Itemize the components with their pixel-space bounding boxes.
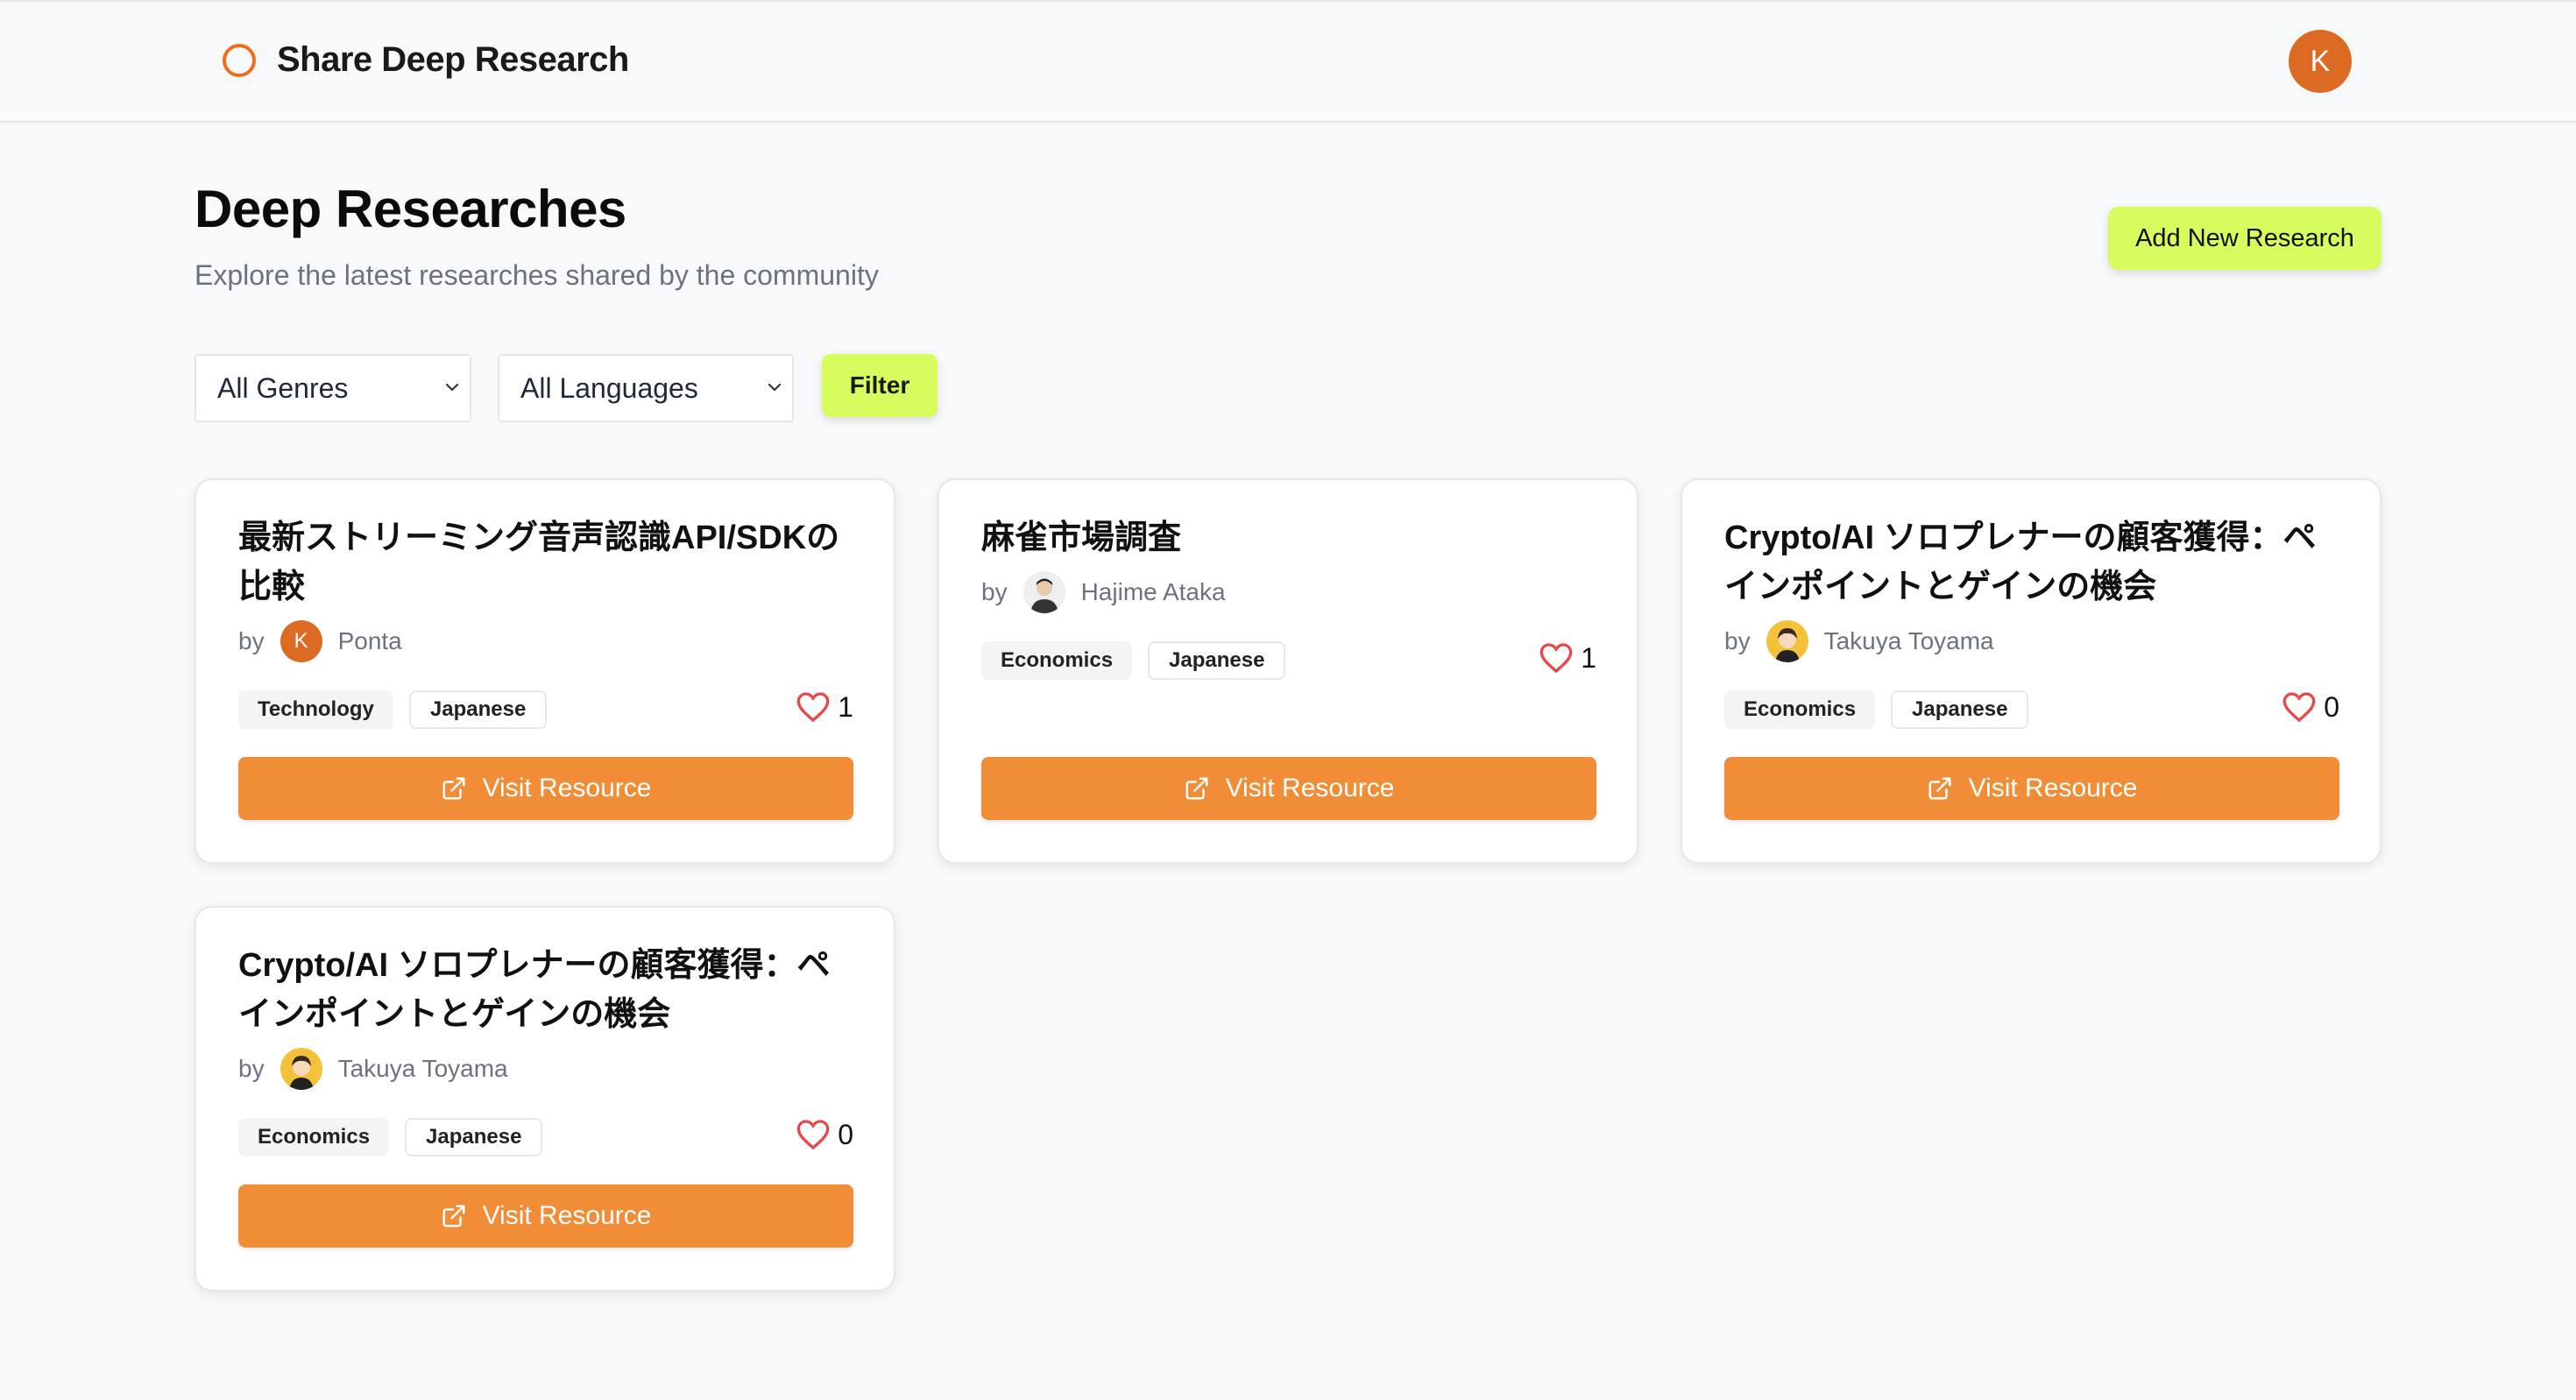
- card-tags: Economics Japanese: [238, 1118, 543, 1156]
- external-link-icon: [442, 777, 465, 800]
- external-link-icon: [1928, 777, 1951, 800]
- genre-tag: Economics: [238, 1118, 390, 1156]
- heart-icon: [796, 692, 830, 723]
- filter-button[interactable]: Filter: [822, 354, 938, 417]
- author-name: Hajime Ataka: [1080, 578, 1226, 605]
- author-avatar: [1766, 620, 1808, 662]
- chevron-down-icon: [768, 383, 782, 392]
- card-title[interactable]: Crypto/AI ソロプレナーの顧客獲得：ペインポイントとゲインの機会: [238, 941, 860, 1039]
- heart-icon: [796, 1120, 830, 1150]
- card-title[interactable]: 麻雀市場調査: [981, 513, 1603, 562]
- like-count: 1: [1581, 641, 1596, 674]
- language-select[interactable]: All Languages: [498, 354, 794, 422]
- card-title[interactable]: 最新ストリーミング音声認識API/SDKの比較: [238, 513, 860, 612]
- heart-icon: [2282, 692, 2316, 723]
- language-tag: Japanese: [408, 690, 548, 729]
- by-label: by: [238, 1055, 265, 1082]
- circle-logo-icon: [223, 43, 256, 77]
- by-label: by: [1724, 627, 1751, 654]
- heart-icon: [1539, 643, 1573, 674]
- like-button[interactable]: 0: [2282, 690, 2339, 724]
- visit-resource-label: Visit Resource: [1225, 774, 1395, 803]
- genre-tag: Economics: [1724, 690, 1876, 729]
- card-tags: Technology Japanese: [238, 690, 548, 729]
- person-icon: [1023, 571, 1065, 613]
- like-button[interactable]: 1: [796, 690, 853, 724]
- card-author: by K Ponta: [238, 620, 402, 662]
- visit-resource-button[interactable]: Visit Resource: [238, 757, 853, 820]
- person-icon: [280, 1048, 322, 1090]
- chevron-down-icon: [445, 383, 459, 392]
- person-icon: [1766, 620, 1808, 662]
- card-tags: Economics Japanese: [1724, 690, 2029, 729]
- author-name: Ponta: [337, 627, 402, 654]
- card-author: by Takuya Toyama: [238, 1048, 508, 1090]
- like-count: 0: [838, 1118, 853, 1150]
- visit-resource-button[interactable]: Visit Resource: [1724, 757, 2339, 820]
- by-label: by: [981, 578, 1008, 605]
- like-count: 0: [2324, 690, 2339, 723]
- author-avatar: K: [280, 620, 322, 662]
- research-card: Crypto/AI ソロプレナーの顧客獲得：ペインポイントとゲインの機会 by …: [195, 906, 895, 1291]
- author-name: Takuya Toyama: [1823, 627, 1994, 654]
- visit-resource-label: Visit Resource: [482, 1201, 652, 1230]
- author-name: Takuya Toyama: [337, 1055, 508, 1082]
- genre-select-value: All Genres: [217, 371, 349, 404]
- external-link-icon: [1185, 777, 1208, 800]
- visit-resource-button[interactable]: Visit Resource: [238, 1184, 853, 1248]
- brand-link[interactable]: Share Deep Research: [223, 40, 629, 80]
- by-label: by: [238, 627, 265, 654]
- card-author: by Hajime Ataka: [981, 571, 1226, 613]
- add-new-research-button[interactable]: Add New Research: [2108, 207, 2381, 270]
- research-card: 麻雀市場調査 by Hajime Ataka Economics Japanes…: [938, 478, 1638, 864]
- language-select-value: All Languages: [520, 371, 698, 404]
- research-card: Crypto/AI ソロプレナーの顧客獲得：ペインポイントとゲインの機会 by …: [1681, 478, 2381, 864]
- genre-tag: Economics: [981, 641, 1133, 680]
- author-avatar: [1023, 571, 1065, 613]
- genre-tag: Technology: [238, 690, 393, 729]
- like-count: 1: [838, 690, 853, 723]
- language-tag: Japanese: [1148, 641, 1286, 680]
- brand-name: Share Deep Research: [277, 40, 629, 79]
- page-title: Deep Researches: [195, 180, 626, 238]
- like-button[interactable]: 0: [796, 1118, 853, 1151]
- author-avatar: [280, 1048, 322, 1090]
- language-tag: Japanese: [1891, 690, 2029, 729]
- card-tags: Economics Japanese: [981, 641, 1286, 680]
- language-tag: Japanese: [405, 1118, 543, 1156]
- app-header: Share Deep Research K: [0, 2, 2576, 123]
- visit-resource-label: Visit Resource: [482, 774, 652, 803]
- genre-select[interactable]: All Genres: [195, 354, 471, 422]
- visit-resource-button[interactable]: Visit Resource: [981, 757, 1596, 820]
- like-button[interactable]: 1: [1539, 641, 1596, 675]
- visit-resource-label: Visit Resource: [1968, 774, 2138, 803]
- page-subtitle: Explore the latest researches shared by …: [195, 259, 879, 291]
- external-link-icon: [442, 1205, 465, 1227]
- research-card: 最新ストリーミング音声認識API/SDKの比較 by K Ponta Techn…: [195, 478, 895, 864]
- card-author: by Takuya Toyama: [1724, 620, 1994, 662]
- card-title[interactable]: Crypto/AI ソロプレナーの顧客獲得：ペインポイントとゲインの機会: [1724, 513, 2346, 612]
- user-avatar[interactable]: K: [2289, 30, 2352, 93]
